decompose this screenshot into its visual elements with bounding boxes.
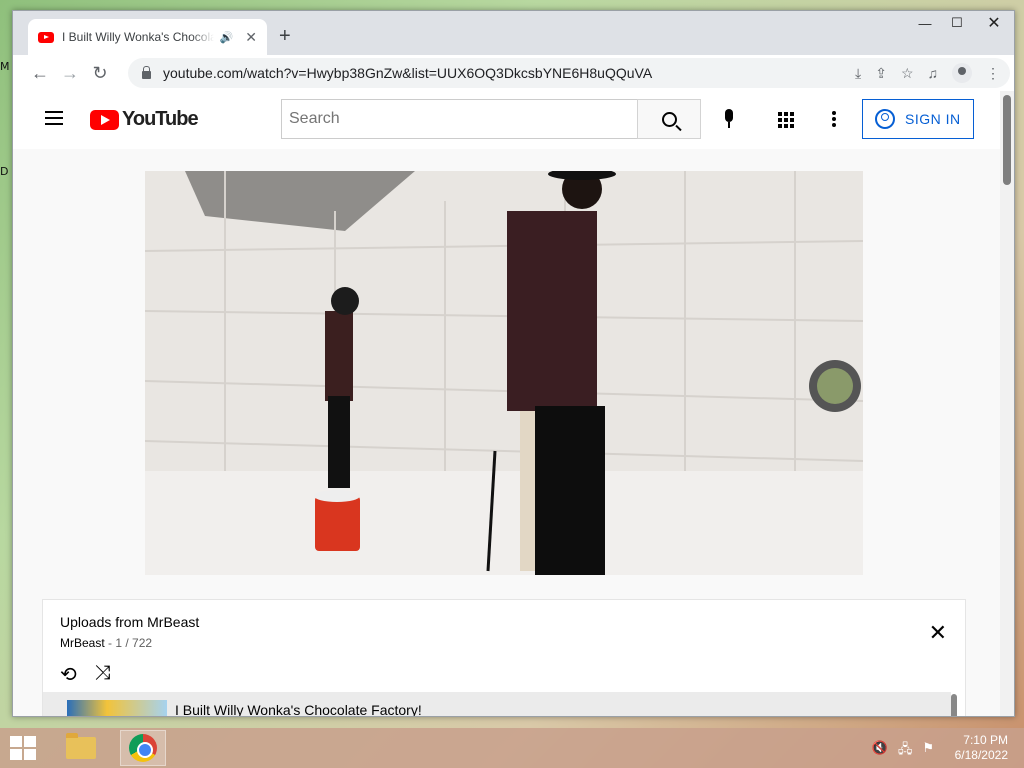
youtube-page: YouTube SIGN IN [13,91,1014,716]
search-button[interactable] [637,99,701,139]
lock-icon[interactable] [142,65,151,79]
voice-search-icon[interactable] [722,109,736,133]
desktop-label-m: M [0,60,10,73]
search-icon [661,111,677,127]
clock-date: 6/18/2022 [954,748,1008,762]
youtube-favicon-icon [38,31,54,43]
playlist-item[interactable]: I Built Willy Wonka's Chocolate Factory! [43,692,951,716]
new-tab-button[interactable]: + [279,25,291,48]
playlist-panel: Uploads from MrBeast MrBeast - 1 / 722 ✕… [42,599,966,716]
playlist-item-thumbnail[interactable] [67,700,167,716]
windows-taskbar: 🔇 🖧 ⚑ 7:10 PM 6/18/2022 [0,728,1024,768]
youtube-play-logo-icon [90,109,119,130]
reload-button[interactable]: ↻ [85,58,115,88]
youtube-header: YouTube SIGN IN [13,91,1014,149]
page-scroll-thumb[interactable] [1003,95,1011,185]
windows-start-icon[interactable] [10,736,38,760]
playlist-channel[interactable]: MrBeast [60,636,105,650]
profile-avatar-icon[interactable] [952,63,972,83]
hamburger-menu-icon[interactable] [45,111,63,125]
playlist-scrollbar[interactable] [951,694,957,716]
tab-strip: I Built Willy Wonka's Chocolate Factory!… [13,11,1014,55]
youtube-logo[interactable]: YouTube [90,108,199,131]
taskbar-clock[interactable]: 7:10 PM 6/18/2022 [955,733,1008,763]
loop-playlist-icon[interactable]: ⟲ [60,662,77,687]
browser-toolbar: ← → ↻ youtube.com/watch?v=Hwybp38GnZw&li… [13,55,1014,91]
tab-title: I Built Willy Wonka's Chocolate Factory! [62,30,214,44]
share-icon[interactable]: ⇪ [875,65,887,82]
browser-window: I Built Willy Wonka's Chocolate Factory!… [12,10,1015,717]
volume-muted-icon[interactable]: 🔇 [872,740,888,762]
video-frame [145,171,863,575]
media-control-icon[interactable]: ♫ [928,65,939,81]
bookmark-star-icon[interactable]: ☆ [901,65,914,82]
back-button[interactable]: ← [25,58,55,88]
browser-tab[interactable]: I Built Willy Wonka's Chocolate Factory!… [28,19,267,55]
tab-close-icon[interactable]: ✕ [245,29,257,46]
playlist-item-title[interactable]: I Built Willy Wonka's Chocolate Factory! [175,702,422,716]
install-icon[interactable]: ⤓ [855,65,861,82]
video-player[interactable] [145,171,863,575]
minimize-button[interactable]: — [908,11,942,35]
account-icon [875,109,895,129]
browser-menu-icon[interactable]: ⋮ [986,65,1000,82]
apps-grid-icon[interactable] [778,112,794,128]
audio-playing-icon[interactable]: 🔊 [220,31,234,44]
window-close-button[interactable]: ✕ [974,11,1014,35]
system-tray: 🔇 🖧 ⚑ [872,740,934,762]
page-scrollbar[interactable] [1000,91,1014,716]
playlist-title[interactable]: Uploads from MrBeast [60,614,199,630]
playlist-subtitle: MrBeast - 1 / 722 [60,636,153,650]
url-text[interactable]: youtube.com/watch?v=Hwybp38GnZw&list=UUX… [163,65,652,81]
action-center-flag-icon[interactable]: ⚑ [922,740,934,762]
network-icon[interactable]: 🖧 [898,740,913,762]
maximize-button[interactable]: ☐ [940,11,974,35]
address-bar[interactable]: youtube.com/watch?v=Hwybp38GnZw&list=UUX… [128,58,1010,88]
youtube-logo-text: YouTube [122,108,199,130]
playlist-position: 1 / 722 [115,636,153,650]
desktop-label-d: D [0,165,9,178]
sign-in-label: SIGN IN [905,111,961,127]
omnibox-actions: ⤓ ⇪ ☆ ♫ ⋮ [855,63,1000,83]
search-input[interactable] [281,99,638,139]
file-explorer-icon[interactable] [58,730,104,766]
shuffle-playlist-icon[interactable]: ⤨ [95,662,111,687]
playlist-close-icon[interactable]: ✕ [929,620,947,646]
playlist-controls: ⟲ ⤨ [60,662,111,687]
clock-time: 7:10 PM [963,733,1008,747]
chrome-taskbar-icon[interactable] [120,730,166,766]
forward-button[interactable]: → [55,58,85,88]
sign-in-button[interactable]: SIGN IN [862,99,974,139]
settings-more-icon[interactable] [832,111,836,127]
